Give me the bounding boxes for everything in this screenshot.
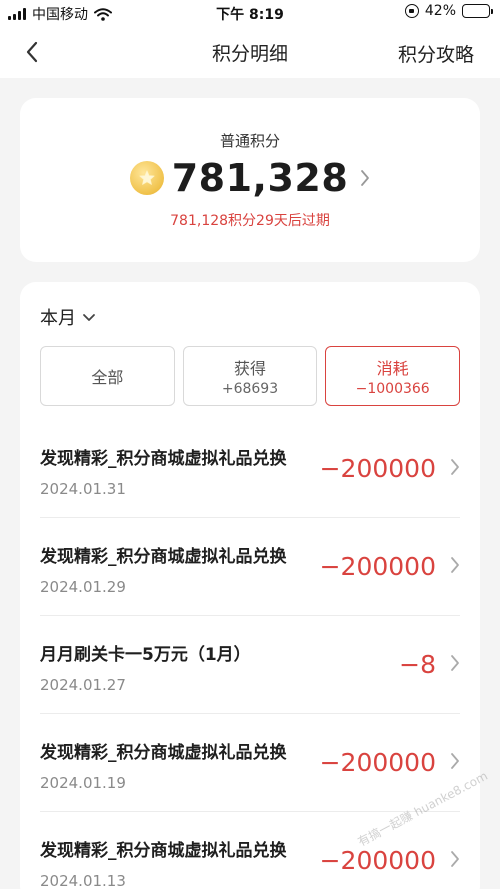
record-date: 2024.01.29 (40, 578, 126, 596)
record-amount: −8 (399, 650, 436, 679)
points-label: 普通积分 (219, 132, 280, 150)
points-balance: 781,328 (171, 156, 349, 200)
record-title: 发现精彩_积分商城虚拟礼品兑换 (40, 547, 287, 567)
points-balance-row[interactable]: 781,328 (20, 156, 480, 200)
record-title: 发现精彩_积分商城虚拟礼品兑换 (40, 449, 287, 469)
records-card: 本月 全部 获得 +68693 消耗 −1000366 发现精彩_积分商城虚拟礼… (20, 282, 480, 889)
record-title: 发现精彩_积分商城虚拟礼品兑换 (40, 841, 287, 861)
tab-all[interactable]: 全部 (40, 346, 175, 406)
nav-bar: 积分明细 积分攻略 (0, 26, 500, 78)
record-amount: −200000 (319, 846, 436, 875)
tab-earned[interactable]: 获得 +68693 (182, 346, 318, 406)
chevron-right-icon (451, 753, 459, 769)
tab-spent[interactable]: 消耗 −1000366 (325, 346, 461, 406)
month-label: 本月 (40, 308, 76, 329)
record-title: 发现精彩_积分商城虚拟礼品兑换 (40, 743, 287, 763)
status-right: 42% (404, 3, 493, 19)
record-row[interactable]: 发现精彩_积分商城虚拟礼品兑换 2024.01.19 −200000 (40, 714, 460, 812)
chevron-right-icon (451, 557, 459, 573)
battery-percent: 42% (424, 3, 456, 19)
status-bar: 中国移动 下午 8:19 42% (0, 0, 500, 26)
record-amount: −200000 (319, 552, 436, 581)
orientation-lock-icon (404, 4, 419, 18)
filter-tabs: 全部 获得 +68693 消耗 −1000366 (40, 346, 461, 406)
page-title: 积分明细 (211, 42, 288, 65)
record-title: 月月刷关卡一5万元（1月） (40, 645, 251, 665)
expire-notice: 781,128积分29天后过期 (170, 213, 330, 229)
record-amount: −200000 (319, 454, 436, 483)
chevron-down-icon (83, 313, 95, 321)
chevron-right-icon (451, 851, 459, 867)
points-guide-link[interactable]: 积分攻略 (398, 40, 474, 67)
record-amount: −200000 (319, 748, 436, 777)
battery-icon (462, 4, 493, 18)
back-button[interactable] (18, 38, 46, 66)
record-row[interactable]: 发现精彩_积分商城虚拟礼品兑换 2024.01.29 −200000 (40, 518, 460, 616)
tab-earned-total: +68693 (221, 381, 279, 397)
chevron-right-icon (451, 459, 459, 475)
chevron-right-icon (361, 170, 370, 186)
month-dropdown[interactable]: 本月 (40, 304, 96, 330)
record-row[interactable]: 月月刷关卡一5万元（1月） 2024.01.27 −8 (40, 616, 460, 714)
chevron-left-icon (26, 41, 38, 63)
record-date: 2024.01.27 (40, 676, 126, 694)
coin-star-icon (129, 161, 164, 195)
tab-earned-label: 获得 (234, 359, 267, 378)
record-date: 2024.01.19 (40, 774, 126, 792)
points-summary-card: 普通积分 781,328 781,128积分29天后过期 (20, 98, 480, 262)
record-date: 2024.01.31 (40, 480, 126, 498)
chevron-right-icon (451, 655, 459, 671)
tab-spent-label: 消耗 (376, 359, 409, 378)
record-date: 2024.01.13 (40, 872, 126, 889)
tab-spent-total: −1000366 (355, 381, 430, 397)
tab-all-label: 全部 (91, 368, 124, 387)
record-row[interactable]: 发现精彩_积分商城虚拟礼品兑换 2024.01.31 −200000 (40, 420, 460, 518)
